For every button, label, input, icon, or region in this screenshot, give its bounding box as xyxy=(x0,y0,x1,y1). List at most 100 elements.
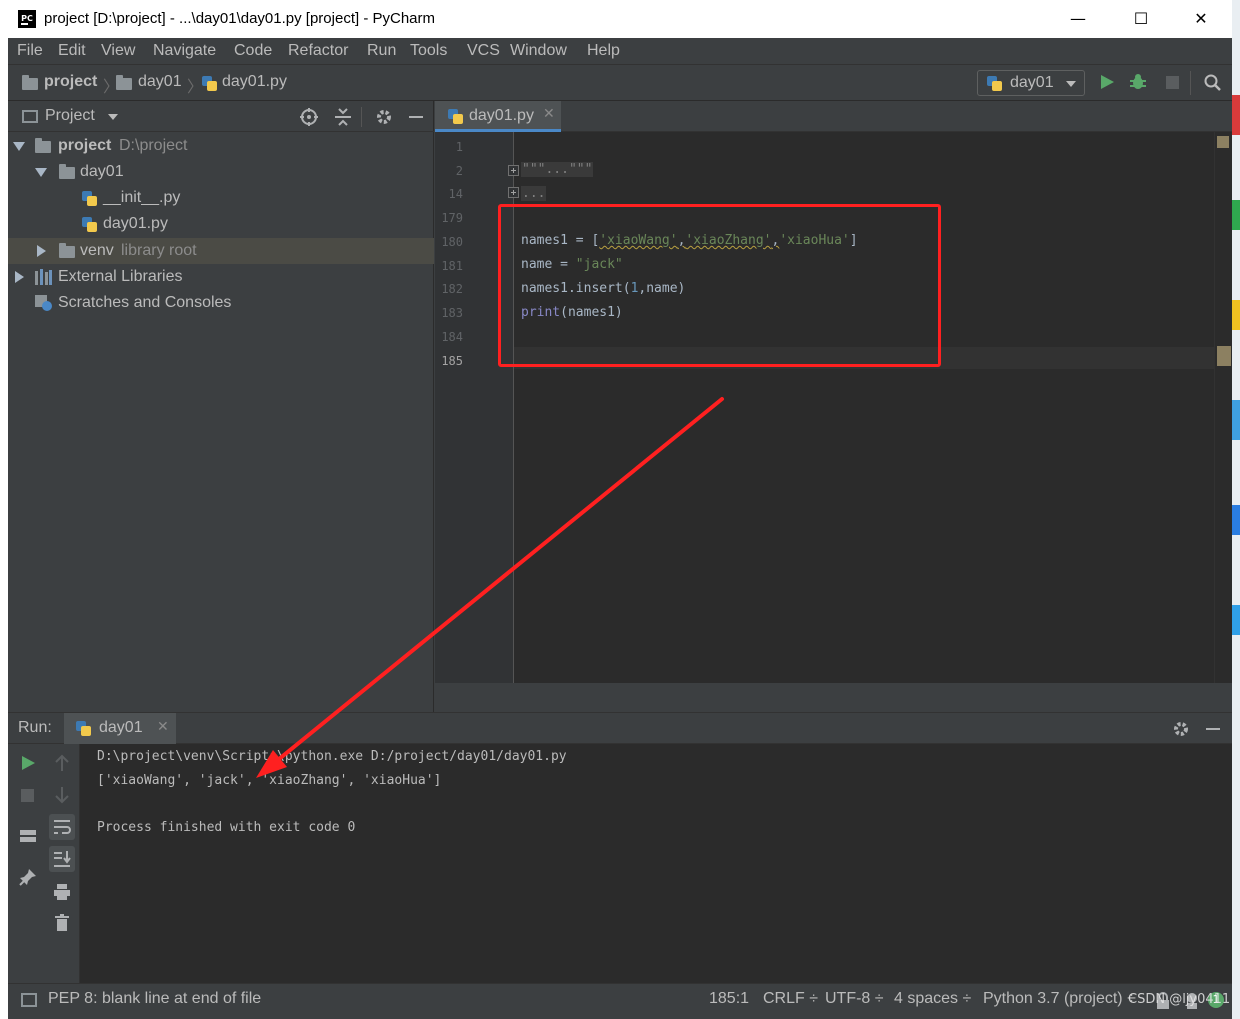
tree-item-external-libraries[interactable]: External Libraries xyxy=(8,264,434,290)
status-message[interactable]: PEP 8: blank line at end of file xyxy=(48,990,261,1008)
soft-wrap-toggle[interactable] xyxy=(49,814,75,840)
folded-block[interactable]: ... xyxy=(521,186,547,201)
scroll-to-end-toggle[interactable] xyxy=(49,846,75,872)
breadcrumb-project[interactable]: project xyxy=(44,73,97,91)
expand-fold-icon[interactable] xyxy=(508,187,519,198)
run-tab-label: day01 xyxy=(99,719,143,736)
warning-marker[interactable] xyxy=(1217,346,1231,366)
hide-panel-icon[interactable] xyxy=(1206,728,1220,730)
menu-window[interactable]: Window xyxy=(510,42,567,60)
tree-item-init[interactable]: __init__.py xyxy=(8,185,434,211)
expand-fold-icon[interactable] xyxy=(508,165,519,176)
folder-icon xyxy=(22,75,38,90)
minimize-button[interactable]: — xyxy=(1055,6,1101,32)
close-tab-icon[interactable]: ✕ xyxy=(157,719,169,735)
chevron-down-icon[interactable] xyxy=(35,168,47,177)
menu-bar: File Edit View Navigate Code Refactor Ru… xyxy=(8,38,1232,65)
search-icon[interactable] xyxy=(1204,74,1222,92)
menu-run[interactable]: Run xyxy=(367,42,396,60)
scroll-up-icon[interactable] xyxy=(54,754,70,772)
encoding-select[interactable]: UTF-8 ÷ xyxy=(825,990,884,1008)
line-number: 14 xyxy=(448,187,463,201)
code-line-2: """...""" xyxy=(521,162,594,177)
menu-code[interactable]: Code xyxy=(234,42,272,60)
trash-icon[interactable] xyxy=(54,914,70,932)
editor-scrollbar[interactable] xyxy=(1214,132,1232,683)
menu-edit[interactable]: Edit xyxy=(58,42,86,60)
rerun-icon[interactable] xyxy=(20,755,36,771)
inspection-status-icon[interactable] xyxy=(1217,136,1229,148)
breadcrumb-file[interactable]: day01.py xyxy=(222,73,287,91)
print-icon[interactable] xyxy=(53,883,71,901)
status-bar: PEP 8: blank line at end of file 185:1 C… xyxy=(8,983,1232,1019)
close-button[interactable]: ✕ xyxy=(1178,6,1224,32)
folder-icon xyxy=(35,138,51,153)
stop-icon[interactable] xyxy=(1166,76,1179,89)
breadcrumb-separator: 〉 xyxy=(187,77,204,96)
menu-help[interactable]: Help xyxy=(587,42,620,60)
scroll-down-icon[interactable] xyxy=(54,786,70,804)
title-bar: PC project [D:\project] - ...\day01\day0… xyxy=(8,0,1232,38)
toggle-tool-windows-icon[interactable] xyxy=(21,993,37,1007)
panel-divider xyxy=(361,107,362,127)
pin-icon[interactable] xyxy=(19,868,37,886)
chevron-down-icon[interactable] xyxy=(108,114,118,120)
caret-position[interactable]: 185:1 xyxy=(709,990,749,1008)
collapse-all-icon[interactable] xyxy=(334,108,352,126)
menu-view[interactable]: View xyxy=(101,42,135,60)
project-panel-title[interactable]: Project xyxy=(45,107,95,125)
stop-icon[interactable] xyxy=(21,789,34,802)
tree-item-scratches[interactable]: Scratches and Consoles xyxy=(8,290,434,316)
gear-icon[interactable] xyxy=(1172,720,1190,738)
menu-navigate[interactable]: Navigate xyxy=(153,42,216,60)
folder-icon xyxy=(116,75,132,90)
debug-icon[interactable] xyxy=(1129,73,1147,91)
menu-file[interactable]: File xyxy=(17,42,43,60)
tree-item-project[interactable]: project D:\project xyxy=(8,133,434,159)
desktop-icon[interactable] xyxy=(1232,95,1240,135)
close-tab-icon[interactable]: ✕ xyxy=(543,106,555,122)
desktop-icon[interactable] xyxy=(1232,200,1240,230)
run-configuration-select[interactable]: day01 xyxy=(977,70,1085,96)
tree-item-venv[interactable]: venv library root xyxy=(8,238,434,264)
console-line: ['xiaoWang', 'jack', 'xiaoZhang', 'xiaoH… xyxy=(97,773,442,788)
run-tab-day01[interactable]: day01 ✕ xyxy=(64,713,176,744)
tree-item-day01[interactable]: day01 xyxy=(8,159,434,185)
run-tool-window-header: Run: day01 ✕ xyxy=(8,712,1232,744)
editor-tab-day01-py[interactable]: day01.py ✕ xyxy=(435,101,561,132)
run-toolbar xyxy=(8,744,80,983)
run-icon[interactable] xyxy=(1099,74,1115,90)
python-icon xyxy=(76,721,91,736)
gear-icon[interactable] xyxy=(375,108,393,126)
menu-tools[interactable]: Tools xyxy=(410,42,447,60)
line-separator-select[interactable]: CRLF ÷ xyxy=(763,990,818,1008)
tree-label: venv xyxy=(80,242,114,259)
chevron-right-icon[interactable] xyxy=(37,245,46,257)
folded-docstring[interactable]: """...""" xyxy=(521,162,594,177)
desktop-icon[interactable] xyxy=(1232,505,1240,535)
run-panel-label: Run: xyxy=(18,719,52,736)
restore-layout-icon[interactable] xyxy=(20,830,36,842)
tree-label: day01.py xyxy=(103,215,168,232)
project-tool-window: Project project D:\project day01 __init_… xyxy=(8,101,434,712)
desktop-icon[interactable] xyxy=(1232,400,1240,440)
desktop-icon[interactable] xyxy=(1232,605,1240,635)
hide-panel-icon[interactable] xyxy=(409,116,423,118)
maximize-button[interactable]: ☐ xyxy=(1118,6,1164,32)
menu-vcs[interactable]: VCS xyxy=(467,42,500,60)
scroll-to-end-icon xyxy=(54,851,71,867)
folder-icon xyxy=(59,164,75,179)
indent-select[interactable]: 4 spaces ÷ xyxy=(894,990,971,1008)
locate-icon[interactable] xyxy=(300,108,318,126)
desktop-icon[interactable] xyxy=(1232,300,1240,330)
interpreter-select[interactable]: Python 3.7 (project) ÷ xyxy=(983,990,1136,1008)
tree-label: Scratches and Consoles xyxy=(58,294,232,311)
menu-refactor[interactable]: Refactor xyxy=(288,42,348,60)
python-file-icon xyxy=(82,217,97,232)
breadcrumb-day01[interactable]: day01 xyxy=(138,73,182,91)
python-icon xyxy=(987,76,1002,91)
chevron-right-icon[interactable] xyxy=(15,271,24,283)
tree-item-day01-py[interactable]: day01.py xyxy=(8,211,434,237)
tree-label: External Libraries xyxy=(58,268,183,285)
chevron-down-icon[interactable] xyxy=(13,142,25,151)
